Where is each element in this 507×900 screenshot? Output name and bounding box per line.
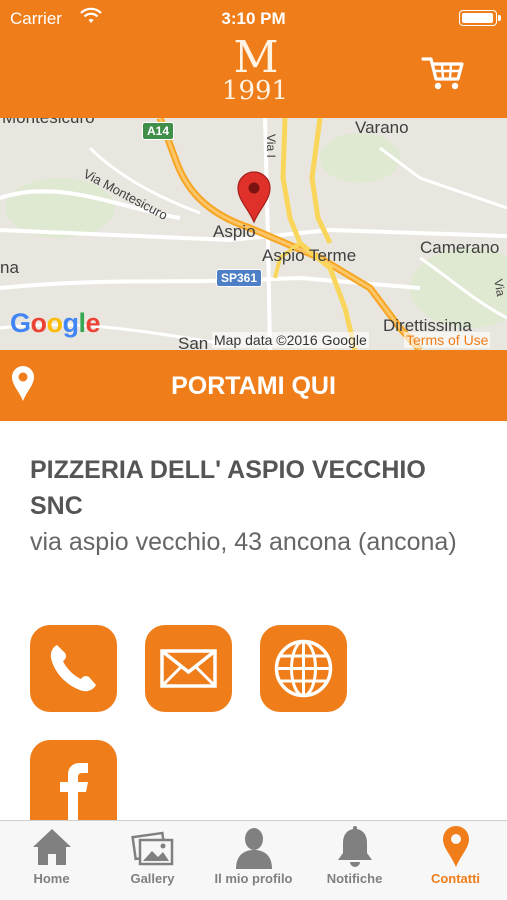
map-terms-link[interactable]: Terms of Use <box>404 332 491 348</box>
business-name: PIZZERIA DELL' ASPIO VECCHIO SNC <box>30 456 426 520</box>
envelope-icon <box>160 649 217 688</box>
tab-contacts-label: Contatti <box>430 871 481 886</box>
status-bar: Carrier 3:10 PM <box>0 0 507 36</box>
highway-shield-a14: A14 <box>142 122 175 140</box>
navigate-button[interactable]: PORTAMI QUI <box>0 350 507 421</box>
map-label-via-d: Via <box>491 278 507 298</box>
map-label-via-i: Via I <box>264 134 278 158</box>
app-header: Carrier 3:10 PM M 1991 <box>0 0 507 118</box>
road-shield-sp361: SP361 <box>216 269 263 287</box>
tab-gallery-label: Gallery <box>130 871 175 886</box>
gallery-icon <box>131 831 174 866</box>
location-pin-icon <box>443 826 469 867</box>
profile-icon <box>236 828 272 869</box>
globe-icon <box>274 639 333 698</box>
map-label-aspio-terme: Aspio Terme <box>262 246 357 265</box>
map-label-varano: Varano <box>355 118 409 137</box>
tab-home[interactable]: Home <box>1 821 102 900</box>
logo-letter: M <box>233 32 278 83</box>
tab-contacts[interactable]: Contatti <box>405 821 506 900</box>
app-logo: M 1991 <box>210 32 300 106</box>
map-label-na: na <box>0 258 19 277</box>
website-button[interactable] <box>260 625 347 712</box>
tab-profile-label: Il mio profilo <box>214 871 293 886</box>
navigate-label: PORTAMI QUI <box>171 372 336 400</box>
map-label-aspio: Aspio <box>213 222 256 241</box>
battery-icon <box>459 10 501 26</box>
tab-home-label: Home <box>33 871 70 886</box>
business-info: PIZZERIA DELL' ASPIO VECCHIO SNC via asp… <box>30 452 470 560</box>
call-button[interactable] <box>30 625 117 712</box>
map-attribution: Map data ©2016 Google <box>212 332 369 348</box>
facebook-icon <box>60 763 88 820</box>
tab-bar: Home Gallery Il mio profilo Notifiche Co… <box>0 820 507 900</box>
map-view[interactable]: Montesicuro Via Montesicuro Varano Aspio… <box>0 118 507 350</box>
battery-level <box>462 13 493 23</box>
map-label-san: San <box>178 334 209 350</box>
tab-notifications[interactable]: Notifiche <box>304 821 405 900</box>
shopping-cart-icon[interactable] <box>420 53 466 93</box>
tab-notifications-label: Notifiche <box>326 871 383 886</box>
map-label-montesicuro: Montesicuro <box>2 118 95 128</box>
map-pin-icon[interactable] <box>236 170 272 224</box>
email-button[interactable] <box>145 625 232 712</box>
map-label-camerano: Camerano <box>420 238 500 257</box>
phone-icon <box>50 645 96 692</box>
clock: 3:10 PM <box>221 9 286 28</box>
tab-profile[interactable]: Il mio profilo <box>203 821 304 900</box>
business-address: via aspio vecchio, 43 ancona (ancona) <box>30 528 457 556</box>
logo-year: 1991 <box>221 76 289 106</box>
facebook-button[interactable] <box>30 740 117 820</box>
tab-gallery[interactable]: Gallery <box>102 821 203 900</box>
home-icon <box>33 829 71 865</box>
google-logo: Google <box>10 308 101 338</box>
bell-icon <box>338 826 372 867</box>
